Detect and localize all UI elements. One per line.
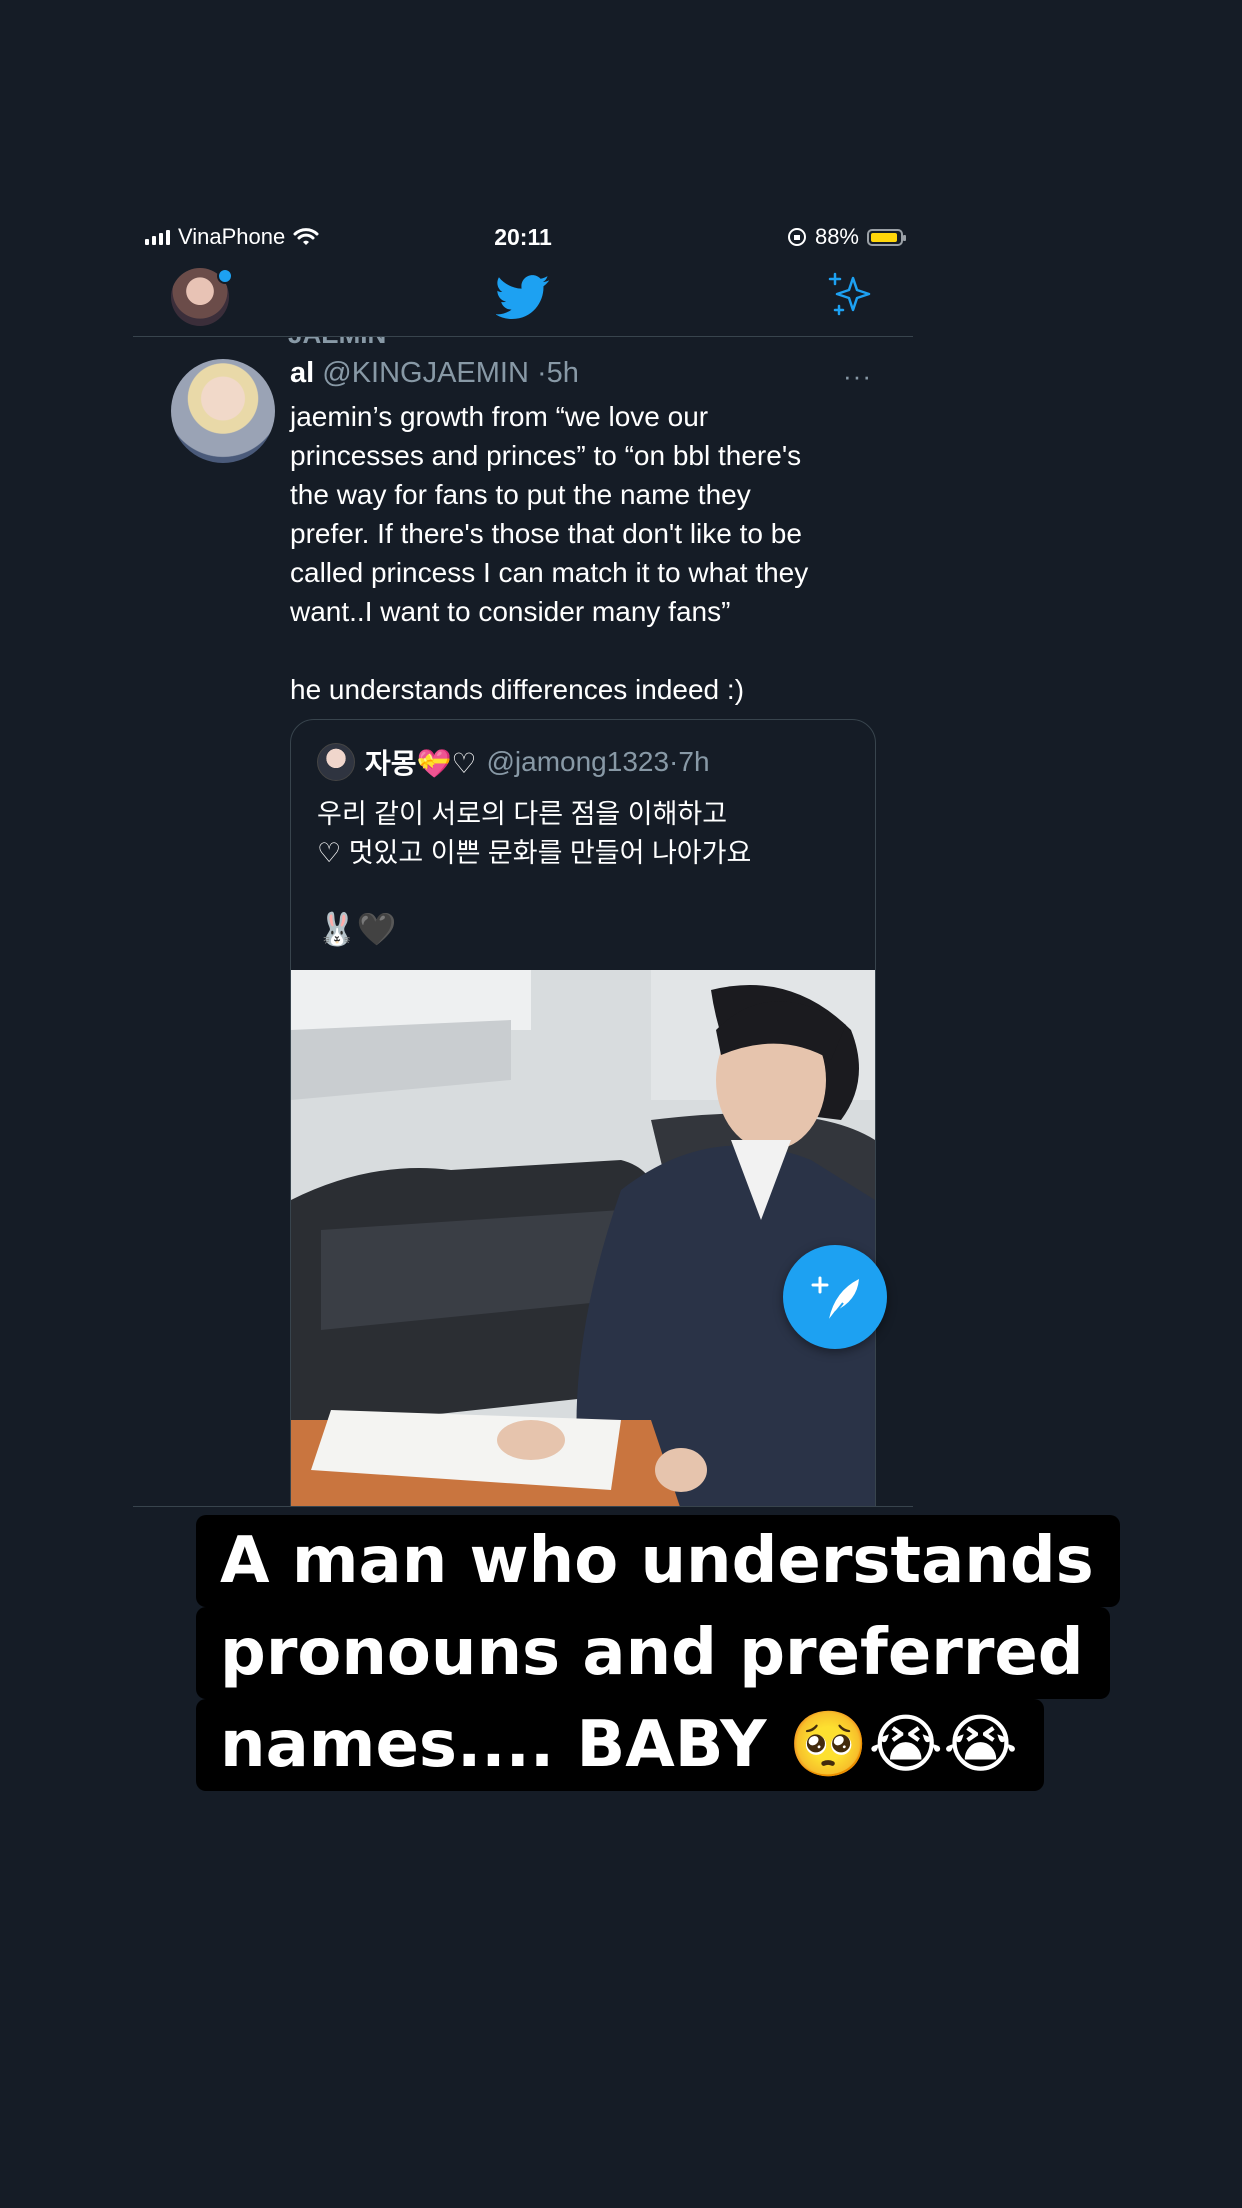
quoted-tweet-text: 우리 같이 서로의 다른 점을 이해하고 ♡ 멋있고 이쁜 문화를 만들어 나아… bbox=[317, 799, 752, 868]
divider bbox=[133, 1506, 913, 1507]
tweet-author-avatar[interactable] bbox=[171, 359, 275, 463]
notification-dot bbox=[217, 268, 233, 284]
twitter-bird-icon bbox=[496, 275, 550, 320]
separator-dot: · bbox=[537, 357, 547, 389]
quoted-tweet-emoji: 🐰🖤 bbox=[317, 911, 397, 947]
story-caption: A man who understands pronouns and prefe… bbox=[196, 1515, 1120, 1791]
quoted-tweet-media[interactable] bbox=[291, 970, 875, 1507]
tweet-header: al @KINGJAEMIN ·5h bbox=[290, 357, 579, 390]
battery-icon bbox=[867, 228, 906, 246]
tweet-author-name[interactable]: al bbox=[290, 357, 314, 389]
compose-tweet-button[interactable] bbox=[783, 1245, 887, 1349]
compose-feather-icon bbox=[811, 1276, 859, 1324]
phone-screenshot: VinaPhone 20:11 88% al @KINGJAEMIN ·5h ·… bbox=[133, 200, 913, 1508]
caption-line-1: A man who understands bbox=[196, 1515, 1120, 1607]
tweet-author-handle[interactable]: @KINGJAEMIN bbox=[322, 357, 529, 389]
quoted-author-handle: @jamong1323 bbox=[486, 746, 670, 777]
tweet-time: 5h bbox=[546, 357, 579, 389]
retweet-context-label: JAEMIN bbox=[288, 337, 386, 350]
quoted-author-name: 자몽💝♡ bbox=[365, 748, 477, 779]
quoted-tweet-header: 자몽💝♡ @jamong1323·7h bbox=[317, 742, 710, 782]
status-right: 88% bbox=[787, 224, 906, 250]
tweet-text: jaemin’s growth from “we love our prince… bbox=[290, 401, 809, 705]
sparkle-icon[interactable] bbox=[825, 270, 875, 320]
status-bar: VinaPhone 20:11 88% bbox=[133, 212, 913, 260]
caption-line-2: pronouns and preferred bbox=[196, 1607, 1110, 1699]
quoted-tweet[interactable]: 자몽💝♡ @jamong1323·7h 우리 같이 서로의 다른 점을 이해하고… bbox=[290, 719, 876, 1507]
media-photo bbox=[291, 970, 875, 1507]
battery-percent: 88% bbox=[814, 224, 859, 249]
top-nav bbox=[133, 260, 913, 337]
quoted-tweet-time: 7h bbox=[678, 746, 710, 777]
caption-line-3: names.... BABY 🥺😭😭 bbox=[196, 1699, 1044, 1791]
orientation-lock-icon bbox=[787, 228, 806, 246]
quoted-author-avatar bbox=[317, 743, 355, 781]
more-options-icon[interactable]: ··· bbox=[843, 361, 872, 392]
